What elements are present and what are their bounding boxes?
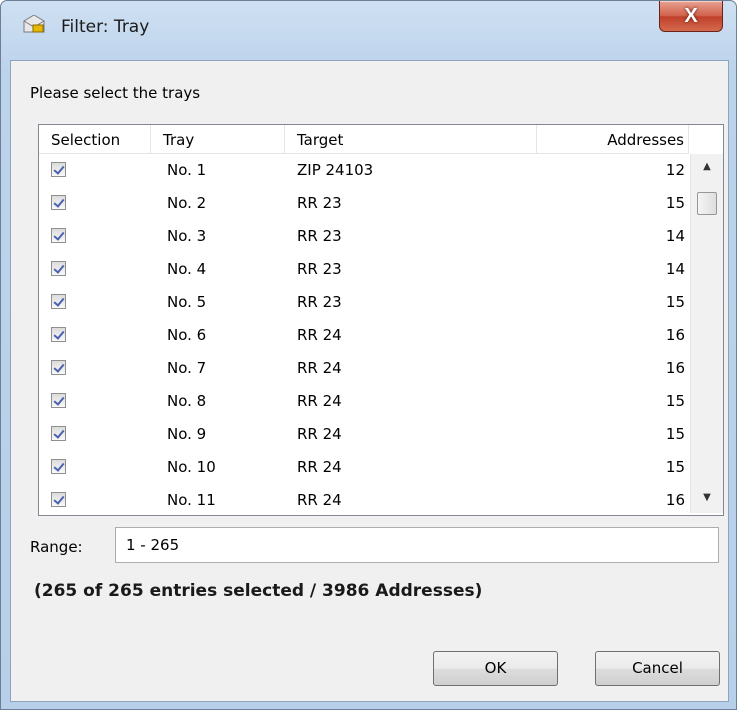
row-target: RR 24 [297,458,342,476]
row-tray: No. 7 [167,359,207,377]
list-row[interactable]: No. 10 RR 24 15 [39,451,689,484]
row-addresses: 15 [665,194,685,212]
scroll-up-icon[interactable]: ▲ [691,156,723,178]
selection-summary: (265 of 265 entries selected / 3986 Addr… [34,581,483,601]
row-tray: No. 5 [167,293,207,311]
close-button[interactable]: X [659,1,723,32]
row-addresses: 16 [665,326,685,344]
list-row[interactable]: No. 4 RR 23 14 [39,253,689,286]
row-checkbox[interactable] [51,492,66,507]
row-tray: No. 4 [167,260,207,278]
row-addresses: 15 [665,392,685,410]
row-addresses: 16 [665,491,685,509]
row-checkbox[interactable] [51,426,66,441]
list-row[interactable]: No. 1 ZIP 24103 12 [39,154,689,187]
row-target: RR 23 [297,293,342,311]
row-addresses: 14 [665,260,685,278]
row-checkbox[interactable] [51,459,66,474]
row-target: RR 23 [297,194,342,212]
row-checkbox[interactable] [51,294,66,309]
row-checkbox[interactable] [51,393,66,408]
list-row[interactable]: No. 2 RR 23 15 [39,187,689,220]
scroll-down-icon[interactable]: ▼ [691,487,723,509]
row-tray: No. 3 [167,227,207,245]
window-title: Filter: Tray [61,17,150,37]
row-checkbox[interactable] [51,162,66,177]
range-input[interactable]: 1 - 265 [115,527,719,563]
row-checkbox[interactable] [51,360,66,375]
list-row[interactable]: No. 6 RR 24 16 [39,319,689,352]
scrollbar-thumb[interactable] [697,192,717,215]
list-row[interactable]: No. 9 RR 24 15 [39,418,689,451]
row-target: RR 23 [297,260,342,278]
column-header-selection[interactable]: Selection [39,125,151,153]
row-tray: No. 1 [167,161,207,179]
close-icon: X [684,4,698,27]
row-tray: No. 6 [167,326,207,344]
row-addresses: 14 [665,227,685,245]
cancel-button[interactable]: Cancel [595,651,720,686]
row-addresses: 16 [665,359,685,377]
vertical-scrollbar[interactable]: ▲ ▼ [690,154,723,513]
row-addresses: 15 [665,293,685,311]
column-header-tray[interactable]: Tray [151,125,285,153]
row-target: RR 24 [297,326,342,344]
row-tray: No. 10 [167,458,216,476]
column-header-target[interactable]: Target [285,125,537,153]
tray-list[interactable]: Selection Tray Target Addresses No. 1 ZI… [38,124,724,516]
row-target: RR 23 [297,227,342,245]
row-addresses: 15 [665,425,685,443]
row-tray: No. 11 [167,491,216,509]
list-header: Selection Tray Target Addresses [39,125,689,154]
title-bar[interactable]: Filter: Tray X [1,1,736,37]
row-tray: No. 9 [167,425,207,443]
list-row[interactable]: No. 3 RR 23 14 [39,220,689,253]
row-target: RR 24 [297,425,342,443]
range-label: Range: [30,538,83,556]
row-tray: No. 8 [167,392,207,410]
row-checkbox[interactable] [51,195,66,210]
row-addresses: 15 [665,458,685,476]
row-target: RR 24 [297,491,342,509]
ok-button[interactable]: OK [433,651,558,686]
envelope-key-icon [23,15,45,33]
row-target: ZIP 24103 [297,161,374,179]
row-checkbox[interactable] [51,261,66,276]
row-target: RR 24 [297,392,342,410]
row-checkbox[interactable] [51,327,66,342]
list-row[interactable]: No. 8 RR 24 15 [39,385,689,418]
row-addresses: 12 [665,161,685,179]
row-target: RR 24 [297,359,342,377]
column-header-addresses[interactable]: Addresses [537,125,689,153]
list-row[interactable]: No. 11 RR 24 16 [39,484,689,515]
list-row[interactable]: No. 7 RR 24 16 [39,352,689,385]
prompt-label: Please select the trays [30,84,201,102]
row-tray: No. 2 [167,194,207,212]
row-checkbox[interactable] [51,228,66,243]
list-row[interactable]: No. 5 RR 23 15 [39,286,689,319]
